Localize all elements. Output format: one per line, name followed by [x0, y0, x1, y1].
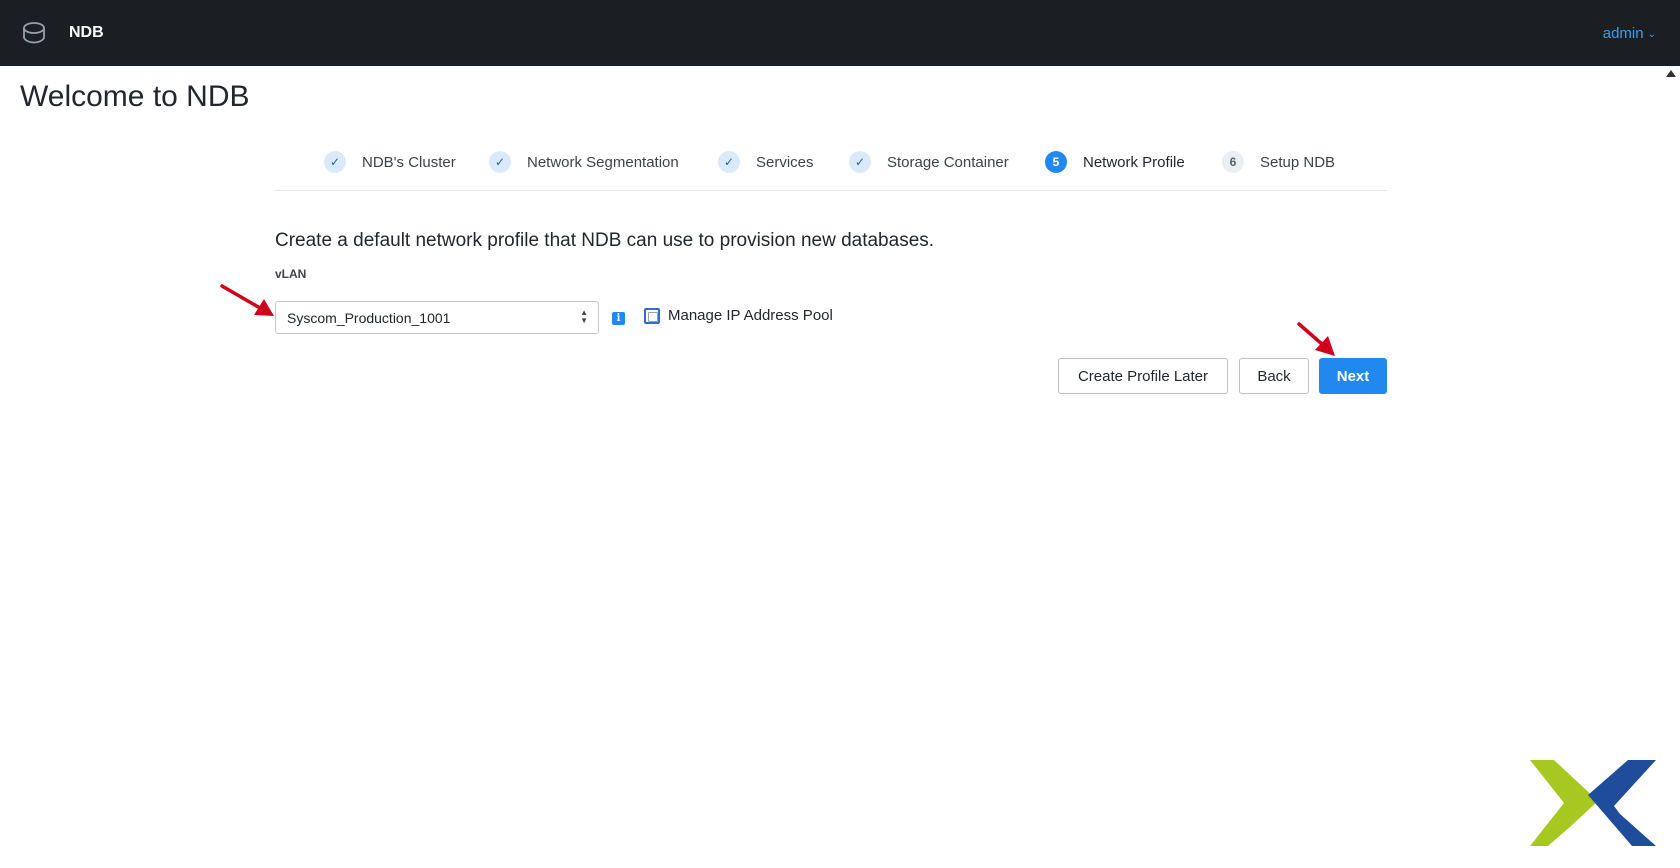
database-icon[interactable]: [22, 22, 46, 44]
step-label: Network Segmentation: [527, 153, 679, 171]
info-icon[interactable]: i: [612, 312, 625, 325]
vlan-label: vLAN: [275, 267, 307, 281]
annotation-arrow-icon: [1297, 322, 1335, 356]
manage-ip-pool-label: Manage IP Address Pool: [668, 307, 833, 324]
step-setup-ndb[interactable]: 6 Setup NDB: [1222, 151, 1335, 173]
annotation-arrow-icon: [220, 284, 274, 316]
step-number: 5: [1045, 151, 1067, 173]
scroll-up-arrow-icon[interactable]: [1666, 70, 1676, 77]
step-network-profile[interactable]: 5 Network Profile: [1045, 151, 1185, 173]
next-button[interactable]: Next: [1319, 358, 1387, 394]
step-label: Setup NDB: [1260, 153, 1336, 171]
step-label: Network Profile: [1083, 153, 1185, 171]
step-label: Services: [756, 153, 814, 171]
step-ndbs-cluster[interactable]: ✓ NDB's Cluster: [324, 151, 456, 173]
step-storage-container[interactable]: ✓ Storage Container: [849, 151, 1009, 173]
step-check-icon: ✓: [324, 151, 346, 173]
page-title: Welcome to NDB: [20, 80, 250, 113]
manage-ip-pool-option[interactable]: Manage IP Address Pool: [644, 307, 833, 324]
step-label: NDB's Cluster: [362, 153, 456, 171]
step-check-icon: ✓: [718, 151, 740, 173]
chevron-down-icon: ⌄: [1647, 29, 1656, 40]
step-network-segmentation[interactable]: ✓ Network Segmentation: [489, 151, 679, 173]
step-check-icon: ✓: [849, 151, 871, 173]
back-button[interactable]: Back: [1239, 358, 1309, 394]
app-name: NDB: [69, 24, 104, 41]
top-nav-bar: NDB admin ⌄: [0, 0, 1680, 66]
step-label: Storage Container: [887, 153, 1009, 171]
step-number: 6: [1222, 151, 1244, 173]
wizard-steps: ✓ NDB's Cluster ✓ Network Segmentation ✓…: [275, 140, 1387, 191]
user-menu-label: admin: [1602, 25, 1644, 42]
step-check-icon: ✓: [489, 151, 511, 173]
nutanix-logo-icon: [1530, 760, 1656, 846]
vlan-select[interactable]: Syscom_Production_1001 ▲ ▼: [275, 301, 599, 334]
vlan-select-value: Syscom_Production_1001: [287, 310, 451, 326]
select-arrows-icon: ▲ ▼: [580, 308, 588, 325]
create-profile-later-button[interactable]: Create Profile Later: [1058, 358, 1228, 394]
user-menu[interactable]: admin ⌄: [1603, 25, 1656, 42]
manage-ip-pool-checkbox[interactable]: [644, 307, 660, 324]
step-services[interactable]: ✓ Services: [718, 151, 814, 173]
form-description: Create a default network profile that ND…: [275, 230, 935, 251]
